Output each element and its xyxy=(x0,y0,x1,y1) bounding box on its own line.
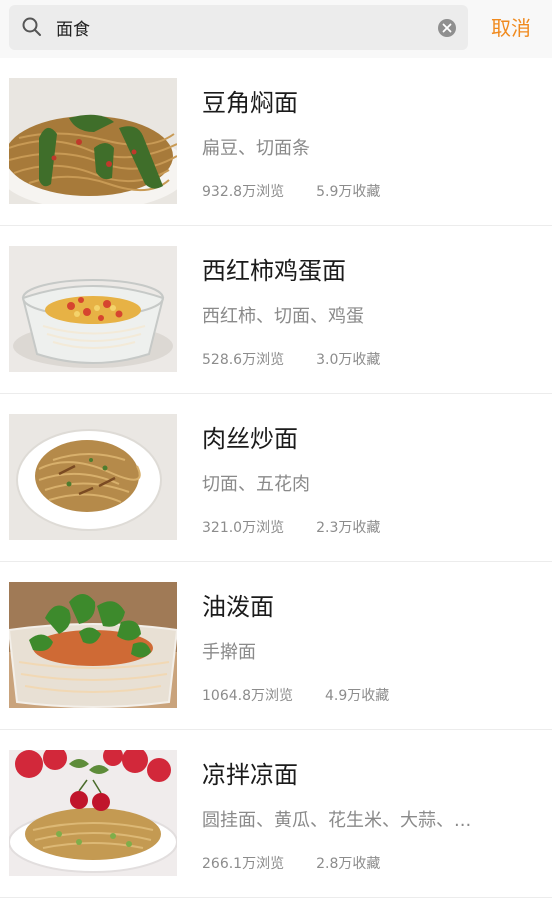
recipe-thumbnail[interactable] xyxy=(9,246,177,372)
recipe-stats: 266.1万浏览 2.8万收藏 xyxy=(202,853,380,873)
search-box[interactable] xyxy=(9,5,468,50)
list-item[interactable]: 凉拌凉面 圆挂面、黄瓜、花生米、大蒜、... 266.1万浏览 2.8万收藏 xyxy=(0,730,552,898)
search-bar: 取消 xyxy=(0,0,552,59)
favorite-count: 2.8万收藏 xyxy=(316,856,381,872)
search-icon xyxy=(22,17,41,36)
favorite-count: 4.9万收藏 xyxy=(325,688,390,704)
favorite-count: 2.3万收藏 xyxy=(316,520,381,536)
recipe-thumbnail[interactable] xyxy=(9,750,177,876)
search-input[interactable] xyxy=(56,5,426,50)
recipe-stats: 932.8万浏览 5.9万收藏 xyxy=(202,181,380,201)
favorite-count: 3.0万收藏 xyxy=(316,352,381,368)
list-item[interactable]: 西红柿鸡蛋面 西红柿、切面、鸡蛋 528.6万浏览 3.0万收藏 xyxy=(0,226,552,394)
clear-icon[interactable] xyxy=(437,18,457,38)
recipe-ingredients: 手擀面 xyxy=(202,642,256,663)
cancel-button[interactable]: 取消 xyxy=(491,12,531,41)
recipe-thumbnail[interactable] xyxy=(9,414,177,540)
recipe-title[interactable]: 油泼面 xyxy=(202,587,274,622)
view-count: 932.8万浏览 xyxy=(202,184,285,200)
recipe-ingredients: 圆挂面、黄瓜、花生米、大蒜、... xyxy=(202,810,472,831)
recipe-ingredients: 切面、五花肉 xyxy=(202,474,310,495)
view-count: 321.0万浏览 xyxy=(202,520,285,536)
recipe-stats: 528.6万浏览 3.0万收藏 xyxy=(202,349,380,369)
recipe-title[interactable]: 西红柿鸡蛋面 xyxy=(202,251,346,286)
recipe-thumbnail[interactable] xyxy=(9,582,177,708)
recipe-title[interactable]: 凉拌凉面 xyxy=(202,755,298,790)
view-count: 266.1万浏览 xyxy=(202,856,285,872)
view-count: 528.6万浏览 xyxy=(202,352,285,368)
recipe-thumbnail[interactable] xyxy=(9,78,177,204)
list-item[interactable]: 豆角焖面 扁豆、切面条 932.8万浏览 5.9万收藏 xyxy=(0,58,552,226)
recipe-title[interactable]: 肉丝炒面 xyxy=(202,419,298,454)
view-count: 1064.8万浏览 xyxy=(202,688,293,704)
recipe-stats: 321.0万浏览 2.3万收藏 xyxy=(202,517,380,537)
list-item[interactable]: 油泼面 手擀面 1064.8万浏览 4.9万收藏 xyxy=(0,562,552,730)
recipe-ingredients: 西红柿、切面、鸡蛋 xyxy=(202,306,364,327)
result-list: 豆角焖面 扁豆、切面条 932.8万浏览 5.9万收藏 西红柿鸡蛋面 西红柿、切面… xyxy=(0,58,552,898)
recipe-ingredients: 扁豆、切面条 xyxy=(202,138,310,159)
recipe-title[interactable]: 豆角焖面 xyxy=(202,83,298,118)
favorite-count: 5.9万收藏 xyxy=(316,184,381,200)
recipe-stats: 1064.8万浏览 4.9万收藏 xyxy=(202,685,389,705)
list-item[interactable]: 肉丝炒面 切面、五花肉 321.0万浏览 2.3万收藏 xyxy=(0,394,552,562)
